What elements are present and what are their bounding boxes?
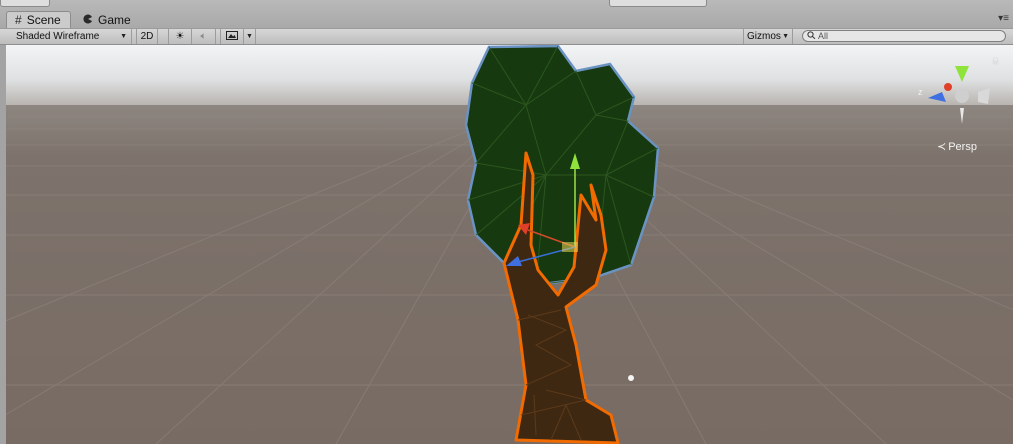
gizmos-dropdown[interactable]: Gizmos ▼ (743, 29, 793, 44)
lock-icon[interactable] (992, 57, 999, 65)
effects-dropdown[interactable]: ▼ (244, 29, 256, 44)
chevron-down-icon: ▼ (782, 33, 789, 40)
scene-toolbar: Shaded Wireframe ▼ 2D ☀ 🔈︎ ▼ Gizmos ▼ (0, 28, 1013, 45)
projection-toggle[interactable]: ≺ Persp (937, 140, 977, 154)
tab-bar: # Scene Game ▾≡ (0, 0, 1013, 28)
search-icon (807, 31, 816, 41)
svg-text:z: z (918, 87, 923, 97)
draw-mode-dropdown[interactable]: Shaded Wireframe ▼ (12, 29, 132, 44)
light-marker (628, 375, 634, 381)
pacman-icon (83, 14, 93, 26)
2d-toggle-button[interactable]: 2D (136, 29, 158, 44)
tab-scene[interactable]: # Scene (6, 11, 71, 28)
scene-render (6, 45, 1013, 444)
lighting-toggle-button[interactable]: ☀ (168, 29, 192, 44)
projection-label: Persp (948, 140, 977, 153)
sun-icon: ☀ (175, 31, 185, 42)
gizmos-label: Gizmos (747, 31, 781, 42)
chevron-down-icon: ▼ (246, 33, 253, 40)
top-toolbar-buttons[interactable] (609, 0, 707, 7)
orientation-gizmo[interactable]: z (918, 62, 996, 124)
2d-toggle-label: 2D (140, 31, 154, 42)
tab-game[interactable]: Game (75, 11, 135, 28)
tab-game-label: Game (98, 12, 131, 27)
audio-toggle-button[interactable]: 🔈︎ (192, 29, 216, 44)
chevron-down-icon: ▼ (120, 33, 127, 40)
image-icon (226, 30, 238, 43)
perspective-icon: ≺ (937, 141, 947, 153)
scene-viewport[interactable]: z ≺ Persp (6, 45, 1013, 444)
effects-toggle-button[interactable] (220, 29, 244, 44)
tab-context-menu-icon[interactable]: ▾≡ (998, 13, 1009, 24)
grid-icon: # (15, 13, 22, 27)
scene-search (802, 30, 1006, 42)
draw-mode-label: Shaded Wireframe (16, 31, 100, 42)
tab-scene-label: Scene (26, 13, 61, 27)
speaker-icon: 🔈︎ (200, 31, 207, 42)
top-panel-edge (0, 0, 50, 7)
search-input[interactable] (818, 31, 988, 41)
